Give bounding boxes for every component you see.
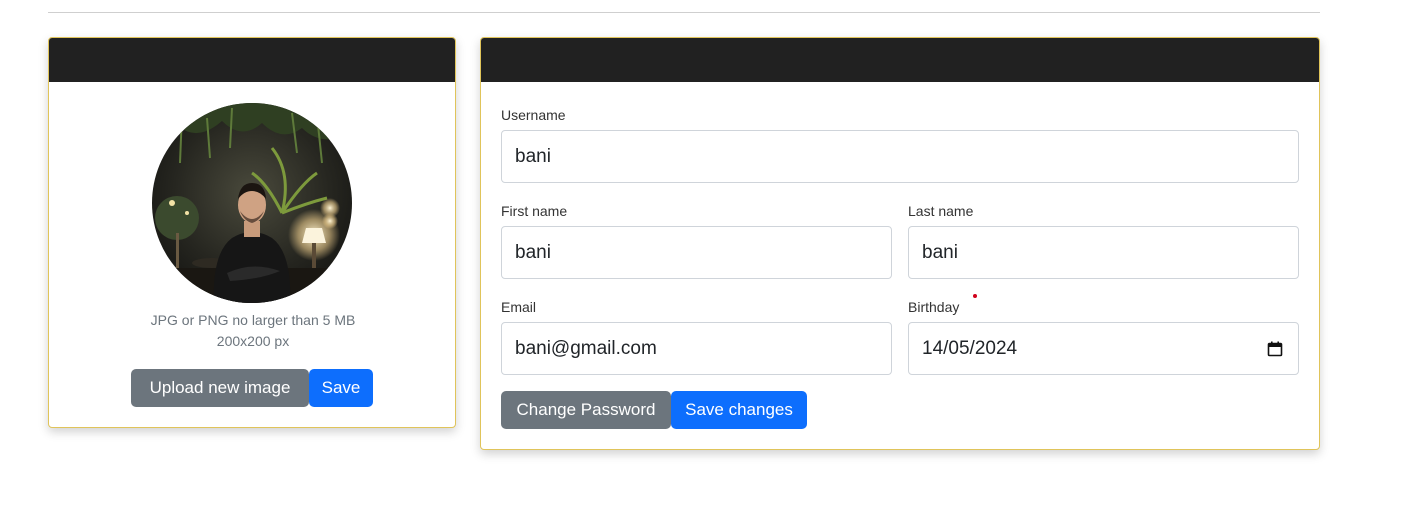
save-image-button[interactable]: Save [309, 369, 373, 407]
image-size-text: 200x200 px [216, 333, 290, 349]
last-name-label: Last name [908, 203, 974, 219]
profile-picture-card-header [49, 38, 455, 82]
calendar-icon[interactable] [1267, 341, 1283, 357]
avatar [152, 103, 352, 303]
profile-picture-card: JPG or PNG no larger than 5 MB 200x200 p… [48, 37, 456, 428]
top-divider [48, 12, 1320, 13]
birthday-label: Birthday [908, 299, 960, 315]
first-name-input[interactable]: bani [501, 226, 892, 279]
account-details-card: Username bani First name bani Last name … [480, 37, 1320, 450]
birthday-date-input[interactable]: 14/05/2024 [908, 322, 1299, 375]
avatar-photo [152, 103, 352, 303]
email-input[interactable]: bani@gmail.com [501, 322, 892, 375]
first-name-label: First name [501, 203, 568, 219]
image-requirements-text: JPG or PNG no larger than 5 MB [150, 312, 356, 328]
email-label: Email [501, 299, 537, 315]
username-input[interactable]: bani [501, 130, 1299, 183]
required-indicator [973, 294, 977, 298]
save-changes-button[interactable]: Save changes [671, 391, 807, 429]
change-password-button[interactable]: Change Password [501, 391, 671, 429]
upload-new-image-button[interactable]: Upload new image [131, 369, 309, 407]
birthday-value: 14/05/2024 [922, 338, 1018, 359]
last-name-input[interactable]: bani [908, 226, 1299, 279]
account-details-card-header [481, 38, 1319, 82]
username-label: Username [501, 107, 566, 123]
